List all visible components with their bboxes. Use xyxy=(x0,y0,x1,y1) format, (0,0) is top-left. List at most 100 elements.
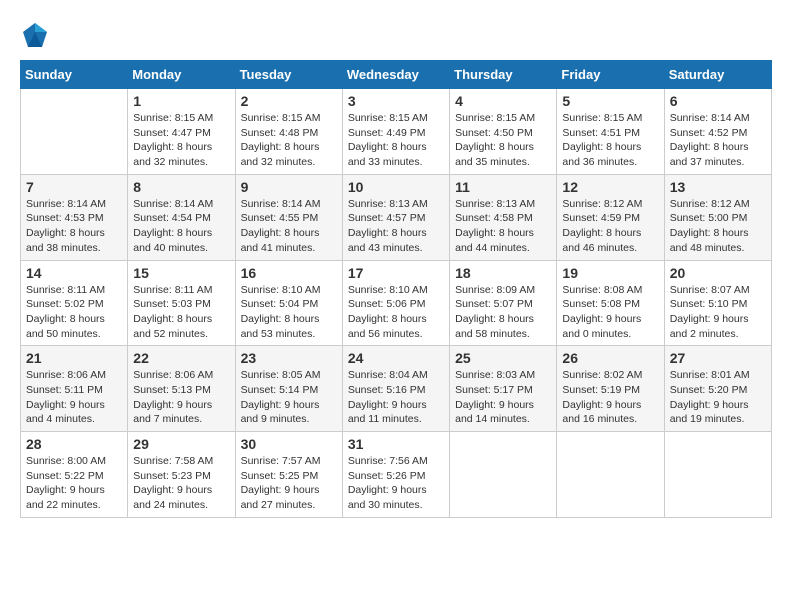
day-info: Sunrise: 8:14 AMSunset: 4:52 PMDaylight:… xyxy=(670,111,766,170)
week-row-1: 1 Sunrise: 8:15 AMSunset: 4:47 PMDaylight… xyxy=(21,89,772,175)
day-number: 8 xyxy=(133,179,229,195)
day-number: 3 xyxy=(348,93,444,109)
day-info: Sunrise: 7:57 AMSunset: 5:25 PMDaylight:… xyxy=(241,454,337,513)
calendar-cell: 21 Sunrise: 8:06 AMSunset: 5:11 PMDayligh… xyxy=(21,346,128,432)
day-number: 31 xyxy=(348,436,444,452)
calendar-cell: 1 Sunrise: 8:15 AMSunset: 4:47 PMDaylight… xyxy=(128,89,235,175)
day-info: Sunrise: 8:10 AMSunset: 5:04 PMDaylight:… xyxy=(241,283,337,342)
day-info: Sunrise: 8:09 AMSunset: 5:07 PMDaylight:… xyxy=(455,283,551,342)
day-number: 10 xyxy=(348,179,444,195)
calendar-cell: 11Sunrise: 8:13 AMSunset: 4:58 PMDayligh… xyxy=(450,174,557,260)
day-number: 12 xyxy=(562,179,658,195)
calendar-cell: 16 Sunrise: 8:10 AMSunset: 5:04 PMDayligh… xyxy=(235,260,342,346)
calendar-cell: 25 Sunrise: 8:03 AMSunset: 5:17 PMDayligh… xyxy=(450,346,557,432)
day-number: 7 xyxy=(26,179,122,195)
day-info: Sunrise: 8:12 AMSunset: 4:59 PMDaylight:… xyxy=(562,197,658,256)
day-number: 24 xyxy=(348,350,444,366)
calendar-cell: 31 Sunrise: 7:56 AMSunset: 5:26 PMDayligh… xyxy=(342,432,449,518)
day-info: Sunrise: 8:14 AMSunset: 4:55 PMDaylight:… xyxy=(241,197,337,256)
weekday-header-tuesday: Tuesday xyxy=(235,61,342,89)
calendar-cell: 6 Sunrise: 8:14 AMSunset: 4:52 PMDaylight… xyxy=(664,89,771,175)
day-info: Sunrise: 8:15 AMSunset: 4:51 PMDaylight:… xyxy=(562,111,658,170)
day-number: 15 xyxy=(133,265,229,281)
calendar-cell: 19 Sunrise: 8:08 AMSunset: 5:08 PMDayligh… xyxy=(557,260,664,346)
day-info: Sunrise: 8:04 AMSunset: 5:16 PMDaylight:… xyxy=(348,368,444,427)
day-info: Sunrise: 8:05 AMSunset: 5:14 PMDaylight:… xyxy=(241,368,337,427)
calendar-cell: 22Sunrise: 8:06 AMSunset: 5:13 PMDayligh… xyxy=(128,346,235,432)
calendar-cell: 10 Sunrise: 8:13 AMSunset: 4:57 PMDayligh… xyxy=(342,174,449,260)
day-info: Sunrise: 8:13 AMSunset: 4:57 PMDaylight:… xyxy=(348,197,444,256)
calendar-cell: 3 Sunrise: 8:15 AMSunset: 4:49 PMDaylight… xyxy=(342,89,449,175)
weekday-header-wednesday: Wednesday xyxy=(342,61,449,89)
day-info: Sunrise: 8:10 AMSunset: 5:06 PMDaylight:… xyxy=(348,283,444,342)
day-number: 26 xyxy=(562,350,658,366)
calendar-cell: 5 Sunrise: 8:15 AMSunset: 4:51 PMDaylight… xyxy=(557,89,664,175)
day-number: 25 xyxy=(455,350,551,366)
weekday-header-thursday: Thursday xyxy=(450,61,557,89)
calendar-cell: 30 Sunrise: 7:57 AMSunset: 5:25 PMDayligh… xyxy=(235,432,342,518)
calendar-cell: 12 Sunrise: 8:12 AMSunset: 4:59 PMDayligh… xyxy=(557,174,664,260)
day-number: 30 xyxy=(241,436,337,452)
day-number: 11 xyxy=(455,179,551,195)
day-info: Sunrise: 8:15 AMSunset: 4:47 PMDaylight:… xyxy=(133,111,229,170)
day-number: 16 xyxy=(241,265,337,281)
calendar-table: SundayMondayTuesdayWednesdayThursdayFrid… xyxy=(20,60,772,518)
day-number: 20 xyxy=(670,265,766,281)
day-number: 1 xyxy=(133,93,229,109)
weekday-header-friday: Friday xyxy=(557,61,664,89)
day-info: Sunrise: 8:07 AMSunset: 5:10 PMDaylight:… xyxy=(670,283,766,342)
day-number: 17 xyxy=(348,265,444,281)
day-info: Sunrise: 8:15 AMSunset: 4:50 PMDaylight:… xyxy=(455,111,551,170)
calendar-cell: 23 Sunrise: 8:05 AMSunset: 5:14 PMDayligh… xyxy=(235,346,342,432)
day-info: Sunrise: 8:11 AMSunset: 5:02 PMDaylight:… xyxy=(26,283,122,342)
calendar-cell: 17 Sunrise: 8:10 AMSunset: 5:06 PMDayligh… xyxy=(342,260,449,346)
day-info: Sunrise: 8:08 AMSunset: 5:08 PMDaylight:… xyxy=(562,283,658,342)
day-info: Sunrise: 8:15 AMSunset: 4:48 PMDaylight:… xyxy=(241,111,337,170)
calendar-cell: 4 Sunrise: 8:15 AMSunset: 4:50 PMDaylight… xyxy=(450,89,557,175)
calendar-cell: 8Sunrise: 8:14 AMSunset: 4:54 PMDaylight… xyxy=(128,174,235,260)
day-info: Sunrise: 8:01 AMSunset: 5:20 PMDaylight:… xyxy=(670,368,766,427)
logo-icon xyxy=(20,20,50,50)
calendar-cell: 24 Sunrise: 8:04 AMSunset: 5:16 PMDayligh… xyxy=(342,346,449,432)
day-info: Sunrise: 8:03 AMSunset: 5:17 PMDaylight:… xyxy=(455,368,551,427)
day-number: 27 xyxy=(670,350,766,366)
calendar-cell: 26 Sunrise: 8:02 AMSunset: 5:19 PMDayligh… xyxy=(557,346,664,432)
day-info: Sunrise: 8:11 AMSunset: 5:03 PMDaylight:… xyxy=(133,283,229,342)
day-number: 5 xyxy=(562,93,658,109)
day-number: 18 xyxy=(455,265,551,281)
logo xyxy=(20,20,55,50)
day-info: Sunrise: 8:12 AMSunset: 5:00 PMDaylight:… xyxy=(670,197,766,256)
day-info: Sunrise: 8:15 AMSunset: 4:49 PMDaylight:… xyxy=(348,111,444,170)
day-number: 28 xyxy=(26,436,122,452)
day-number: 6 xyxy=(670,93,766,109)
calendar-cell xyxy=(450,432,557,518)
day-number: 23 xyxy=(241,350,337,366)
calendar-cell: 13 Sunrise: 8:12 AMSunset: 5:00 PMDayligh… xyxy=(664,174,771,260)
calendar-cell: 27 Sunrise: 8:01 AMSunset: 5:20 PMDayligh… xyxy=(664,346,771,432)
weekday-header-sunday: Sunday xyxy=(21,61,128,89)
day-info: Sunrise: 8:06 AMSunset: 5:11 PMDaylight:… xyxy=(26,368,122,427)
day-number: 22 xyxy=(133,350,229,366)
calendar-cell xyxy=(21,89,128,175)
day-number: 2 xyxy=(241,93,337,109)
day-number: 19 xyxy=(562,265,658,281)
calendar-cell: 20 Sunrise: 8:07 AMSunset: 5:10 PMDayligh… xyxy=(664,260,771,346)
calendar-cell: 7Sunrise: 8:14 AMSunset: 4:53 PMDaylight… xyxy=(21,174,128,260)
day-number: 29 xyxy=(133,436,229,452)
calendar-cell xyxy=(557,432,664,518)
day-number: 13 xyxy=(670,179,766,195)
day-info: Sunrise: 8:00 AMSunset: 5:22 PMDaylight:… xyxy=(26,454,122,513)
calendar-cell: 14Sunrise: 8:11 AMSunset: 5:02 PMDayligh… xyxy=(21,260,128,346)
week-row-5: 28 Sunrise: 8:00 AMSunset: 5:22 PMDayligh… xyxy=(21,432,772,518)
calendar-cell: 28 Sunrise: 8:00 AMSunset: 5:22 PMDayligh… xyxy=(21,432,128,518)
calendar-cell: 9Sunrise: 8:14 AMSunset: 4:55 PMDaylight… xyxy=(235,174,342,260)
day-info: Sunrise: 7:56 AMSunset: 5:26 PMDaylight:… xyxy=(348,454,444,513)
calendar-cell: 2 Sunrise: 8:15 AMSunset: 4:48 PMDaylight… xyxy=(235,89,342,175)
day-info: Sunrise: 8:02 AMSunset: 5:19 PMDaylight:… xyxy=(562,368,658,427)
week-row-4: 21 Sunrise: 8:06 AMSunset: 5:11 PMDayligh… xyxy=(21,346,772,432)
weekday-header-monday: Monday xyxy=(128,61,235,89)
day-number: 4 xyxy=(455,93,551,109)
calendar-cell xyxy=(664,432,771,518)
calendar-cell: 18 Sunrise: 8:09 AMSunset: 5:07 PMDayligh… xyxy=(450,260,557,346)
day-number: 21 xyxy=(26,350,122,366)
